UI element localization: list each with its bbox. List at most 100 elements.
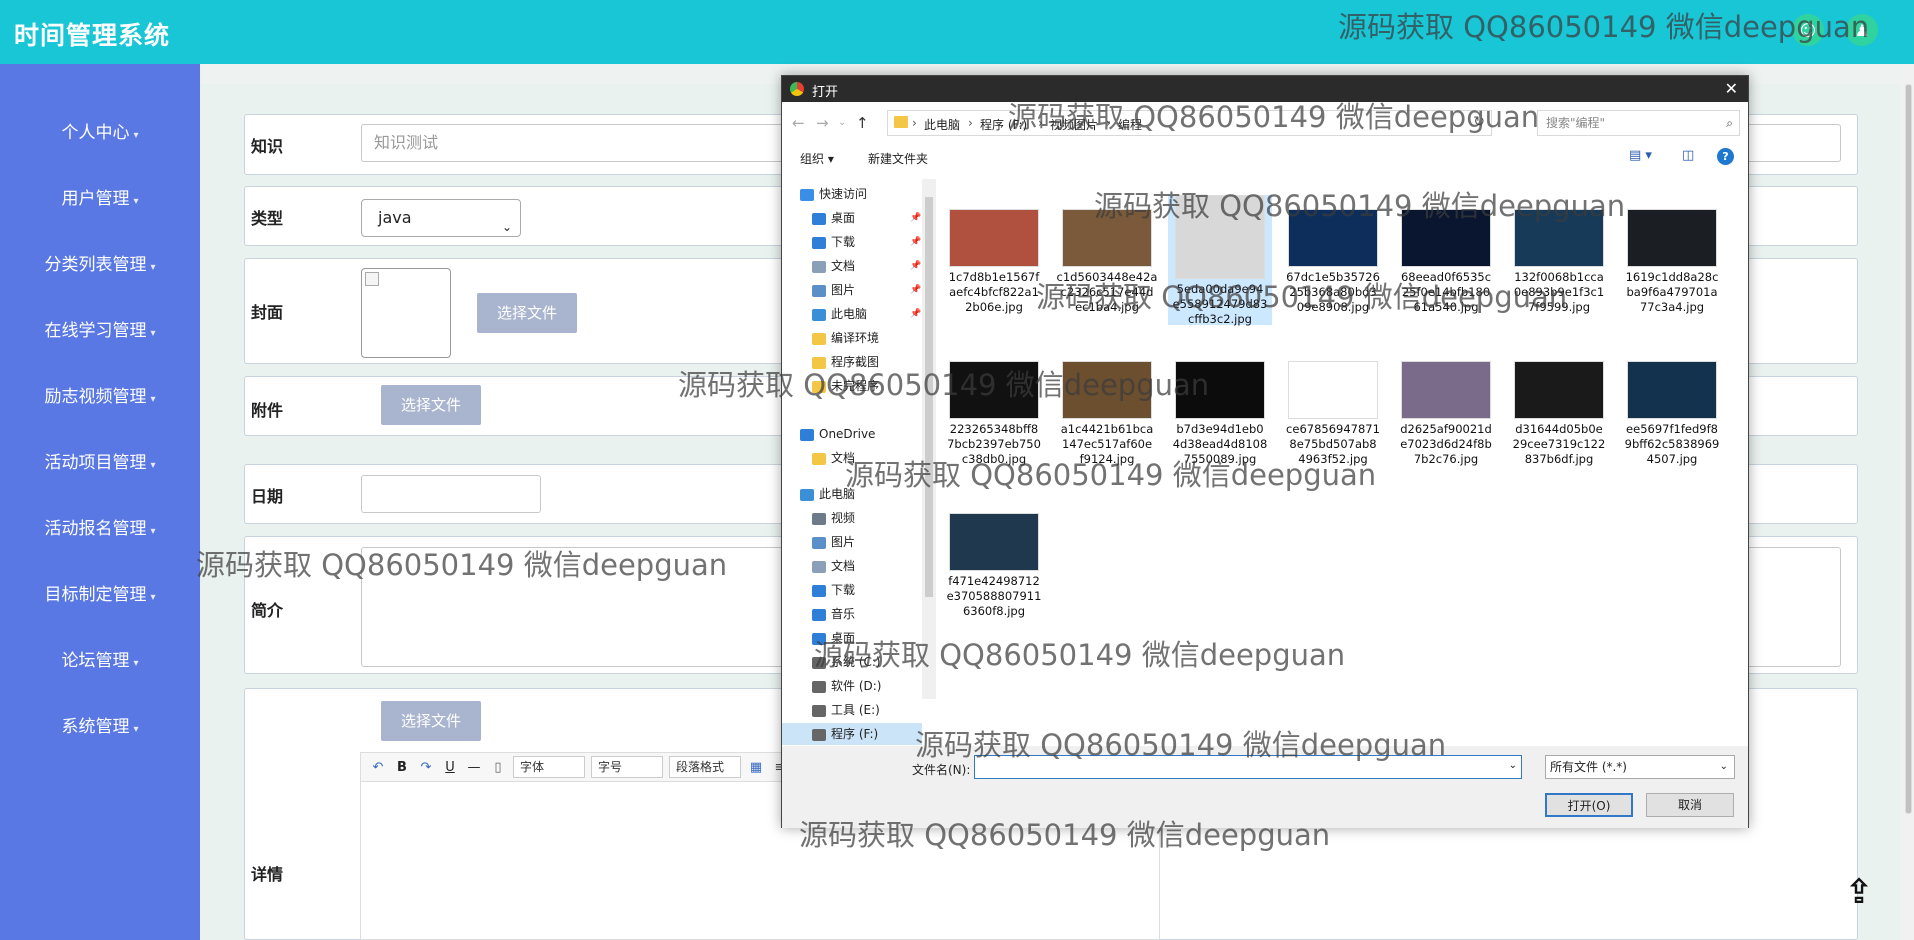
- user-avatar-icon[interactable]: ☺: [1792, 14, 1824, 46]
- address-bar[interactable]: › 此电脑 › 程序 (F:) › 视频图片 › 编程 ↻: [887, 110, 1492, 136]
- nav-item[interactable]: 软件 (D:): [812, 675, 881, 697]
- underline-icon[interactable]: U: [441, 760, 459, 775]
- sidebar-item-online-learning[interactable]: 在线学习管理 ▾: [0, 311, 200, 351]
- nav-item[interactable]: 工具 (E:): [812, 699, 880, 721]
- nav-item[interactable]: 未完程序: [812, 375, 879, 397]
- chevron-down-icon[interactable]: ⌄: [1509, 760, 1517, 771]
- type-select[interactable]: java ⌄: [361, 199, 521, 237]
- page-scrollbar[interactable]: [1903, 64, 1914, 940]
- breadcrumb-item[interactable]: 编程: [1118, 116, 1142, 133]
- folder-icon: [812, 356, 826, 369]
- nav-item[interactable]: 图片: [812, 531, 855, 553]
- desktop-icon: [812, 212, 826, 225]
- breadcrumb-item[interactable]: 此电脑: [924, 116, 960, 133]
- back-arrow-icon[interactable]: ←: [792, 114, 805, 132]
- search-input[interactable]: 搜索"编程" ⌕: [1537, 110, 1740, 136]
- table-icon[interactable]: ▦: [747, 760, 765, 775]
- file-item[interactable]: a1c4421b61bca 147ec517af60e f9124.jpg: [1055, 347, 1159, 477]
- nav-item[interactable]: 文档: [812, 555, 855, 577]
- undo-icon[interactable]: ↶: [369, 760, 387, 775]
- file-item[interactable]: 223265348bff8 7bcb2397eb750 c38db0.jpg: [942, 347, 1046, 477]
- file-item[interactable]: d31644d05b0e 29cee7319c122 837b6df.jpg: [1507, 347, 1611, 477]
- view-mode-icon[interactable]: ▤ ▾: [1629, 148, 1652, 163]
- nav-item[interactable]: 快速访问: [800, 183, 867, 205]
- bold-icon[interactable]: B: [393, 760, 411, 775]
- refresh-icon[interactable]: ↻: [1473, 114, 1485, 130]
- filename-input[interactable]: ⌄: [974, 755, 1522, 779]
- nav-item[interactable]: 程序 (F:): [782, 723, 922, 745]
- nav-item[interactable]: 音乐: [812, 603, 855, 625]
- sidebar-item-motivation-video[interactable]: 励志视频管理 ▾: [0, 377, 200, 417]
- file-item[interactable]: ee5697f1fed9f8 9bff62c5838969 4507.jpg: [1620, 347, 1724, 477]
- organize-button[interactable]: 组织 ▾: [800, 150, 834, 167]
- search-icon: ⌕: [1726, 116, 1733, 130]
- navigation-scrollbar-thumb[interactable]: [925, 197, 933, 597]
- nav-item[interactable]: 此电脑: [800, 483, 855, 505]
- filetype-select[interactable]: 所有文件 (*.*) ⌄: [1545, 755, 1735, 779]
- nav-item[interactable]: 下载: [812, 579, 855, 601]
- page-icon[interactable]: ▯: [489, 760, 507, 775]
- file-item[interactable]: 132f0068b1cca 0e893b9e1f3c1 7f9599.jpg: [1507, 195, 1611, 325]
- recent-chevron-icon[interactable]: ⌄: [838, 117, 846, 128]
- paragraph-format-select[interactable]: 段落格式: [669, 756, 741, 778]
- cancel-button[interactable]: 取消: [1646, 793, 1734, 817]
- horizontal-rule-icon[interactable]: —: [465, 760, 483, 775]
- breadcrumb-item[interactable]: 程序 (F:): [980, 116, 1027, 133]
- nav-item[interactable]: 视频: [812, 507, 855, 529]
- nav-item[interactable]: 文档: [812, 447, 855, 469]
- back-to-top-icon[interactable]: ⇪: [1842, 874, 1876, 910]
- up-arrow-icon[interactable]: ↑: [856, 114, 869, 132]
- sidebar-item-user-management[interactable]: 用户管理 ▾: [0, 179, 200, 219]
- nav-item[interactable]: 桌面: [812, 627, 855, 649]
- close-icon[interactable]: ✕: [1725, 79, 1738, 98]
- cover-choose-file-button[interactable]: 选择文件: [477, 293, 577, 333]
- sidebar-item-system[interactable]: 系统管理 ▾: [0, 707, 200, 747]
- nav-item[interactable]: 文档 📌: [812, 255, 921, 277]
- sidebar-item-activity-project[interactable]: 活动项目管理 ▾: [0, 443, 200, 483]
- sidebar-item-category-list[interactable]: 分类列表管理 ▾: [0, 245, 200, 285]
- nav-item[interactable]: 下载 📌: [812, 231, 921, 253]
- nav-item[interactable]: 桌面 📌: [812, 207, 921, 229]
- file-item[interactable]: 5eda00da9e94 e558912479d83 cffb3c2.jpg: [1168, 195, 1272, 326]
- file-item[interactable]: 68eead0f6535c 25f0e14bfb180 61a540.jpg: [1394, 195, 1498, 325]
- file-item[interactable]: 1619c1dd8a28c ba9f6a479701a 77c3a4.jpg: [1620, 195, 1724, 325]
- file-item[interactable]: b7d3e94d1eb0 4d38ead4d8108 7550089.jpg: [1168, 347, 1272, 477]
- sidebar-item-goal-setting[interactable]: 目标制定管理 ▾: [0, 575, 200, 615]
- breadcrumb-item[interactable]: 视频图片: [1050, 116, 1098, 133]
- detail-choose-file-button[interactable]: 选择文件: [381, 701, 481, 741]
- help-icon[interactable]: ?: [1717, 148, 1734, 165]
- file-item[interactable]: f471e42498712 e370588807911 6360f8.jpg: [942, 499, 1046, 629]
- breadcrumb-separator-icon: ›: [1038, 116, 1043, 130]
- nav-item[interactable]: 此电脑 📌: [812, 303, 921, 325]
- navigation-scrollbar[interactable]: [922, 179, 936, 699]
- computer-icon: [800, 488, 814, 501]
- preview-pane-icon[interactable]: ◫: [1682, 148, 1694, 163]
- account-icon[interactable]: ♟: [1846, 14, 1878, 46]
- font-family-select[interactable]: 字体: [513, 756, 585, 778]
- file-item[interactable]: c1d5603448e42a c2326c517e44d ec1ba4.jpg: [1055, 195, 1159, 325]
- file-item[interactable]: ce67856947871 8e75bd507ab8 4963f52.jpg: [1281, 347, 1385, 477]
- sidebar-item-activity-signup[interactable]: 活动报名管理 ▾: [0, 509, 200, 549]
- sidebar-item-label: 论坛管理: [61, 651, 130, 671]
- file-item[interactable]: d2625af90021d e7023d6d24f8b 7b2c76.jpg: [1394, 347, 1498, 477]
- date-input[interactable]: [361, 475, 541, 513]
- file-name-line: 132f0068b1cca: [1514, 270, 1604, 284]
- nav-item[interactable]: 编译环境: [812, 327, 879, 349]
- file-item[interactable]: 1c7d8b1e1567f aefc4bfcf822a1 2b06e.jpg: [942, 195, 1046, 325]
- sidebar-item-forum[interactable]: 论坛管理 ▾: [0, 641, 200, 681]
- file-name-line: 29cee7319c122: [1512, 437, 1606, 451]
- image-thumbnail: [1062, 209, 1152, 267]
- nav-item[interactable]: OneDrive: [800, 423, 875, 445]
- page-scrollbar-thumb[interactable]: [1905, 84, 1912, 814]
- nav-item[interactable]: 图片 📌: [812, 279, 921, 301]
- new-folder-button[interactable]: 新建文件夹: [868, 150, 928, 167]
- nav-item[interactable]: 程序截图: [812, 351, 879, 373]
- forward-arrow-icon[interactable]: →: [816, 114, 829, 132]
- file-item[interactable]: 67dc1e5b35726 25b368a80bd3 09e8908.jpg: [1281, 195, 1385, 325]
- nav-item[interactable]: 系统 (C:): [812, 651, 881, 673]
- redo-icon[interactable]: ↷: [417, 760, 435, 775]
- sidebar-item-personal-center[interactable]: 个人中心 ▾: [0, 113, 200, 153]
- open-button[interactable]: 打开(O): [1545, 793, 1633, 817]
- font-size-select[interactable]: 字号: [591, 756, 663, 778]
- attachment-choose-file-button[interactable]: 选择文件: [381, 385, 481, 425]
